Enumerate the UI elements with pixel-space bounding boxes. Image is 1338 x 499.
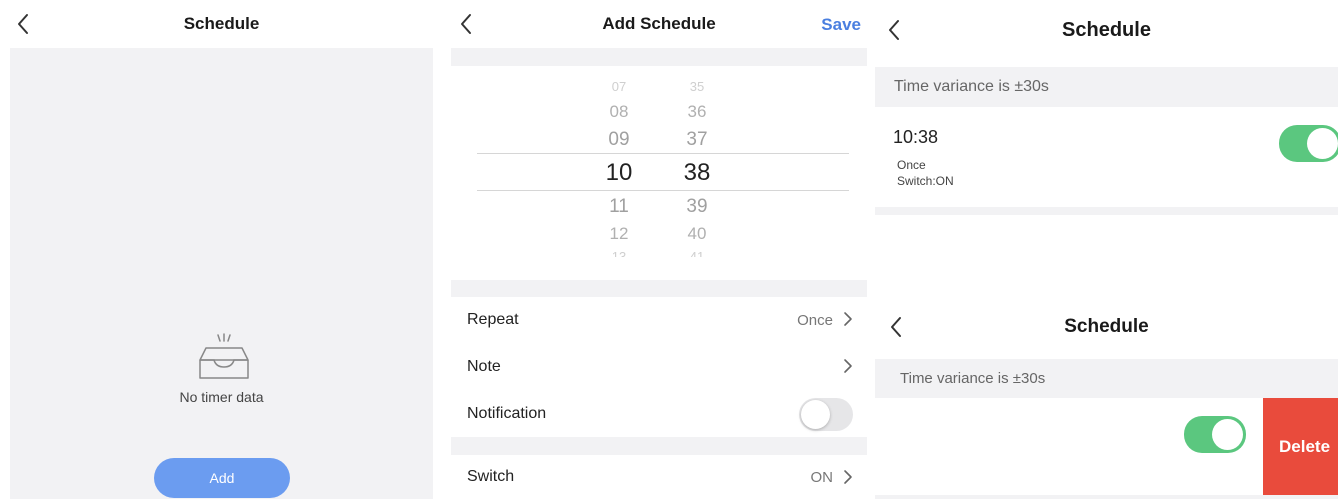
hour-option: 08 [609,102,629,121]
hour-option: 13 [611,249,627,257]
section-divider [875,495,1338,499]
section-divider [451,280,867,297]
chevron-right-icon [844,470,852,484]
toggle-knob [801,400,830,429]
schedule-header: Schedule [875,0,1338,60]
minute-wheel[interactable]: 35 36 37 38 39 40 41 [677,66,717,280]
section-divider [451,437,867,455]
timer-repeat: Once [897,158,926,172]
notification-label: Notification [467,405,547,422]
add-schedule-header: Add Schedule Save [443,0,875,48]
delete-button[interactable]: Delete [1263,398,1338,495]
notification-row: Notification [451,391,867,437]
timer-item-swiped[interactable]: Delete [875,398,1338,495]
chevron-left-icon[interactable] [889,315,903,339]
save-button[interactable]: Save [821,15,861,35]
add-schedule-screen: Add Schedule Save 07 08 09 10 11 12 13 3… [443,0,875,499]
minute-option: 36 [687,102,707,121]
switch-value: ON [810,468,834,486]
toggle-knob [1307,128,1338,159]
toggle-knob [1212,419,1243,450]
hour-option: 12 [609,224,629,243]
schedule-list-screen: Schedule Time variance is ±30s 10:38 Onc… [875,0,1338,499]
note-label: Note [467,358,501,375]
picker-selection-bottom [477,190,849,191]
schedule-header-swipe: Schedule [875,305,1338,349]
empty-inbox-icon [199,333,249,379]
timer-enable-toggle[interactable] [1279,125,1338,162]
page-title: Schedule [1064,316,1149,337]
empty-state-text: No timer data [179,389,264,405]
minute-option: 41 [689,249,705,257]
timer-time: 10:38 [893,127,939,147]
time-picker[interactable]: 07 08 09 10 11 12 13 35 36 37 38 39 40 4… [443,66,875,280]
timer-switch-state: Switch:ON [897,174,954,188]
schedule-header: Schedule [0,0,443,48]
empty-content-area [10,48,433,499]
page-title: Schedule [1062,18,1151,41]
notification-toggle[interactable] [799,398,853,431]
chevron-left-icon[interactable] [887,18,901,42]
hour-option: 07 [611,82,627,92]
chevron-right-icon [844,312,852,326]
minute-option: 37 [686,129,708,150]
schedule-empty-screen: Schedule No timer data Add [0,0,443,499]
minute-option: 39 [686,196,708,217]
section-divider [451,48,867,66]
page-title: Schedule [183,14,260,33]
timer-enable-toggle[interactable] [1184,416,1246,453]
repeat-row[interactable]: Repeat Once [451,297,867,343]
chevron-left-icon[interactable] [16,12,30,36]
repeat-value: Once [797,311,833,329]
minute-selected: 38 [683,159,711,186]
timer-item[interactable]: 10:38 Once Switch:ON [875,107,1338,207]
time-variance-note: Time variance is ±30s [875,359,1338,398]
page-title: Add Schedule [602,14,716,33]
chevron-left-icon[interactable] [459,12,473,36]
minute-option: 40 [687,224,707,243]
hour-wheel[interactable]: 07 08 09 10 11 12 13 [599,66,639,280]
picker-selection-top [477,153,849,154]
hour-selected: 10 [605,159,633,186]
add-button[interactable]: Add [154,458,290,498]
section-divider [875,207,1338,215]
switch-label: Switch [467,468,515,485]
repeat-label: Repeat [467,311,519,328]
minute-option: 35 [689,82,705,92]
chevron-right-icon [844,359,852,373]
switch-row[interactable]: Switch ON [451,455,867,499]
hour-option: 09 [608,129,630,150]
note-row[interactable]: Note [451,344,867,390]
time-variance-note: Time variance is ±30s [875,67,1338,107]
hour-option: 11 [609,196,629,217]
